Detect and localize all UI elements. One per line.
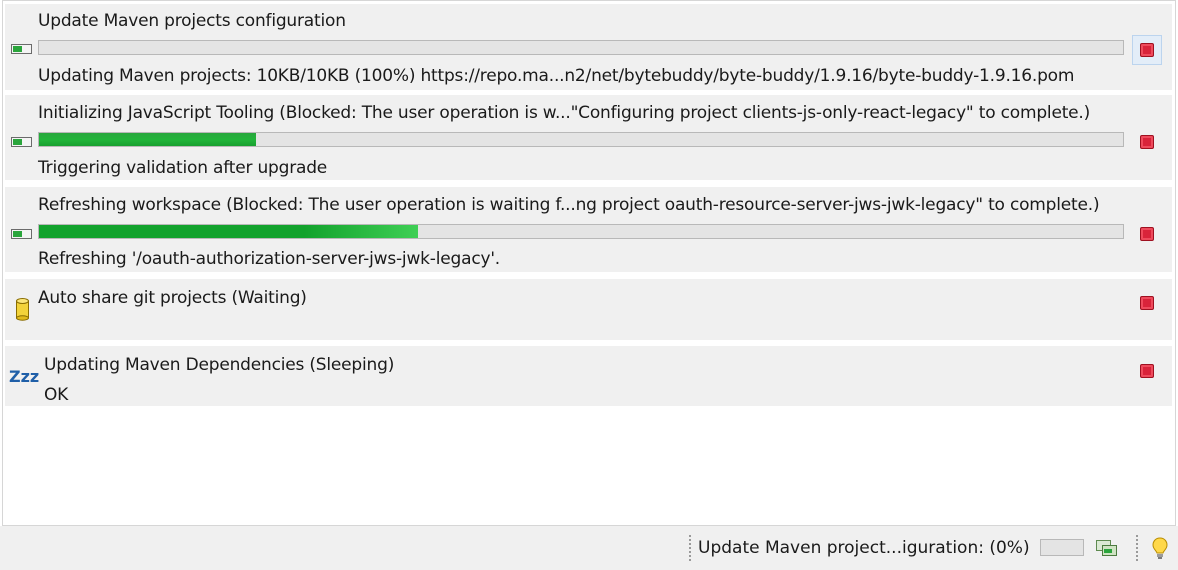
cancel-job-button[interactable]: [1137, 224, 1157, 244]
job-row: Initializing JavaScript Tooling (Blocked…: [5, 95, 1172, 180]
cancel-job-button[interactable]: [1137, 293, 1157, 313]
stop-icon: [1140, 296, 1154, 310]
job-title: Updating Maven Dependencies (Sleeping): [44, 355, 395, 375]
job-title: Initializing JavaScript Tooling (Blocked…: [38, 103, 1091, 123]
job-subtask: Updating Maven projects: 10KB/10KB (100%…: [38, 66, 1075, 86]
lightbulb-icon[interactable]: [1151, 536, 1169, 566]
job-row: Update Maven projects configuration Upda…: [5, 4, 1172, 90]
job-progress-fill: [39, 225, 419, 238]
stop-icon: [1140, 227, 1154, 241]
cancel-job-button[interactable]: [1137, 361, 1157, 381]
stop-icon: [1140, 43, 1154, 57]
job-progress-bar: [38, 132, 1124, 147]
status-job-label[interactable]: Update Maven project...iguration: (0%): [698, 537, 1030, 559]
progress-view-icon[interactable]: [1095, 538, 1119, 562]
status-progress-bar[interactable]: [1040, 539, 1084, 556]
sleeping-zzz-icon: Zzz: [9, 366, 43, 390]
waiting-cylinder-icon: [15, 297, 31, 325]
progress-task-icon: [11, 40, 33, 59]
job-title: Refreshing workspace (Blocked: The user …: [38, 195, 1100, 215]
job-progress-fill: [39, 133, 256, 146]
progress-task-icon: [11, 133, 33, 152]
job-row: Updating Maven Dependencies (Sleeping) Z…: [5, 346, 1172, 406]
job-progress-bar: [38, 40, 1124, 55]
job-subtask: OK: [44, 385, 69, 405]
job-row: Refreshing workspace (Blocked: The user …: [5, 187, 1172, 272]
job-progress-bar: [38, 224, 1124, 239]
job-subtask: Triggering validation after upgrade: [38, 158, 328, 178]
cancel-job-button[interactable]: [1132, 35, 1162, 65]
job-row: Auto share git projects (Waiting): [5, 279, 1172, 340]
job-title: Update Maven projects configuration: [38, 11, 346, 31]
job-title: Auto share git projects (Waiting): [38, 288, 307, 308]
svg-text:Zzz: Zzz: [9, 367, 39, 386]
progress-task-icon: [11, 225, 33, 244]
status-separator: [689, 535, 691, 561]
status-separator: [1136, 535, 1138, 561]
stop-icon: [1140, 135, 1154, 149]
job-subtask: Refreshing '/oauth-authorization-server-…: [38, 249, 501, 269]
cancel-job-button[interactable]: [1137, 132, 1157, 152]
stop-icon: [1140, 364, 1154, 378]
